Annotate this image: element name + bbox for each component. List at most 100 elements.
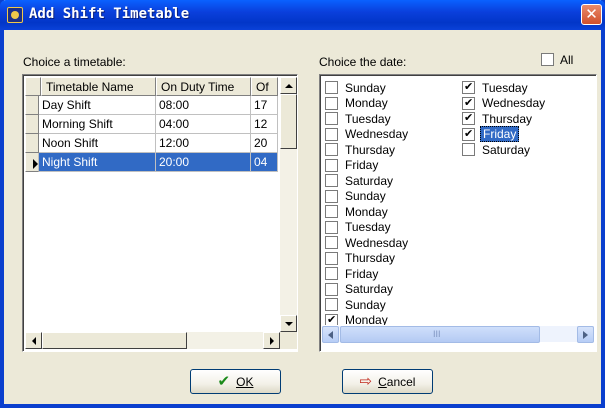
row-indicator xyxy=(25,96,39,115)
date-checkbox[interactable] xyxy=(325,189,338,203)
date-scroll-right-button[interactable] xyxy=(577,326,594,343)
ok-button[interactable]: ✔ OK xyxy=(190,369,281,394)
cancel-button-label: Cancel xyxy=(378,374,416,389)
arrow-right-icon xyxy=(269,336,274,345)
date-checkbox[interactable] xyxy=(325,112,338,125)
row-name[interactable]: Noon Shift xyxy=(39,134,156,153)
row-off-duty[interactable]: 20 xyxy=(251,134,278,153)
row-name[interactable]: Day Shift xyxy=(39,96,156,115)
scroll-down-button[interactable] xyxy=(280,315,297,332)
row-indicator xyxy=(25,115,39,134)
dialog-window: Add Shift Timetable ✕ Choice a timetable… xyxy=(0,0,605,408)
date-item-label: Saturday xyxy=(482,142,531,157)
date-horizontal-scrollbar[interactable]: III xyxy=(322,325,594,343)
arrow-left-icon xyxy=(31,336,36,345)
date-checkbox[interactable] xyxy=(325,236,338,249)
date-item-thursday[interactable]: Thursday xyxy=(325,251,397,266)
table-row[interactable]: Morning Shift 04:00 12 xyxy=(25,115,278,134)
scroll-left-button[interactable] xyxy=(25,332,42,349)
horizontal-scroll-thumb[interactable] xyxy=(42,332,187,349)
date-item-label: Thursday xyxy=(482,111,533,126)
date-item-sunday[interactable]: Sunday xyxy=(325,189,388,204)
date-item-label: Tuesday xyxy=(345,220,391,234)
date-item-sunday[interactable]: Sunday xyxy=(325,297,388,312)
row-on-duty[interactable]: 04:00 xyxy=(156,115,251,134)
scroll-right-button[interactable] xyxy=(263,332,280,349)
current-row-arrow-icon xyxy=(33,159,38,169)
date-item-label: Friday xyxy=(345,158,379,172)
date-item-thursday[interactable]: Thursday xyxy=(325,142,397,157)
date-item-tuesday[interactable]: Tuesday xyxy=(325,220,393,235)
row-on-duty[interactable]: 20:00 xyxy=(156,153,251,172)
date-item-label: Friday xyxy=(480,126,520,142)
row-on-duty[interactable]: 08:00 xyxy=(156,96,251,115)
grid-header: Timetable Name On Duty Time Of xyxy=(25,77,278,96)
date-checkbox[interactable] xyxy=(462,96,475,110)
date-checkbox[interactable] xyxy=(325,127,338,141)
row-off-duty[interactable]: 12 xyxy=(251,115,278,134)
date-item-wednesday[interactable]: Wednesday xyxy=(325,127,410,142)
date-checkbox[interactable] xyxy=(325,267,338,280)
date-item-saturday[interactable]: Saturday xyxy=(462,142,532,157)
date-checkbox[interactable] xyxy=(325,298,338,311)
app-icon xyxy=(7,7,23,23)
date-checkbox[interactable] xyxy=(462,127,475,141)
date-scroll-thumb[interactable]: III xyxy=(340,326,540,343)
title-bar: Add Shift Timetable ✕ xyxy=(0,0,605,30)
table-row[interactable]: Noon Shift 12:00 20 xyxy=(25,134,278,153)
date-item-monday[interactable]: Monday xyxy=(325,204,390,219)
date-item-monday[interactable]: Monday xyxy=(325,96,390,111)
date-item-label: Tuesday xyxy=(345,111,391,126)
date-item-label: Thursday xyxy=(345,142,396,157)
arrow-left-icon xyxy=(328,330,333,339)
date-item-saturday[interactable]: Saturday xyxy=(325,173,395,188)
date-item-tuesday[interactable]: Tuesday xyxy=(325,111,393,126)
date-item-friday[interactable]: Friday xyxy=(462,126,520,142)
row-name[interactable]: Morning Shift xyxy=(39,115,156,134)
row-name[interactable]: Night Shift xyxy=(39,153,156,172)
date-checkbox[interactable] xyxy=(325,220,338,234)
date-checkbox[interactable] xyxy=(325,205,338,218)
column-header-on-duty-time[interactable]: On Duty Time xyxy=(156,77,251,96)
arrow-up-icon xyxy=(284,83,293,88)
date-checkbox[interactable] xyxy=(462,143,475,156)
scroll-up-button[interactable] xyxy=(280,77,297,94)
close-button[interactable]: ✕ xyxy=(581,4,602,25)
row-off-duty[interactable]: 17 xyxy=(251,96,278,115)
thumb-grip: III xyxy=(433,329,441,339)
vertical-scroll-thumb[interactable] xyxy=(280,94,297,149)
date-checkbox[interactable] xyxy=(325,158,338,172)
date-item-thursday[interactable]: Thursday xyxy=(462,111,534,126)
date-item-label: Monday xyxy=(345,96,388,110)
row-off-duty[interactable]: 04 xyxy=(251,153,278,172)
arrow-right-icon xyxy=(583,330,588,339)
row-on-duty[interactable]: 12:00 xyxy=(156,134,251,153)
table-row-selected[interactable]: Night Shift 20:00 04 xyxy=(25,153,278,172)
column-header-timetable-name[interactable]: Timetable Name xyxy=(41,77,156,96)
date-item-friday[interactable]: Friday xyxy=(325,266,380,281)
window-title: Add Shift Timetable xyxy=(29,6,190,22)
cancel-button[interactable]: ⇨ Cancel xyxy=(342,369,433,394)
date-checkbox[interactable] xyxy=(325,282,338,296)
date-checkbox[interactable] xyxy=(325,81,338,94)
date-checkbox[interactable] xyxy=(462,111,475,125)
date-checkbox[interactable] xyxy=(462,80,475,94)
date-item-wednesday[interactable]: Wednesday xyxy=(462,96,547,111)
timetable-label: Choice a timetable: xyxy=(23,55,126,69)
row-indicator xyxy=(25,153,39,172)
date-item-friday[interactable]: Friday xyxy=(325,158,380,173)
date-checkbox[interactable] xyxy=(325,96,338,110)
date-item-tuesday[interactable]: Tuesday xyxy=(462,80,530,95)
date-item-sunday[interactable]: Sunday xyxy=(325,80,388,95)
date-checkbox[interactable] xyxy=(325,251,338,265)
date-checkbox[interactable] xyxy=(325,143,338,156)
column-header-off-duty[interactable]: Of xyxy=(251,77,278,96)
row-indicator xyxy=(25,134,39,153)
date-item-label: Saturday xyxy=(345,173,394,188)
all-checkbox[interactable] xyxy=(541,53,554,66)
date-item-saturday[interactable]: Saturday xyxy=(325,282,395,297)
table-row[interactable]: Day Shift 08:00 17 xyxy=(25,96,278,115)
date-item-wednesday[interactable]: Wednesday xyxy=(325,235,410,250)
date-checkbox[interactable] xyxy=(325,174,338,187)
date-scroll-left-button[interactable] xyxy=(322,326,339,343)
